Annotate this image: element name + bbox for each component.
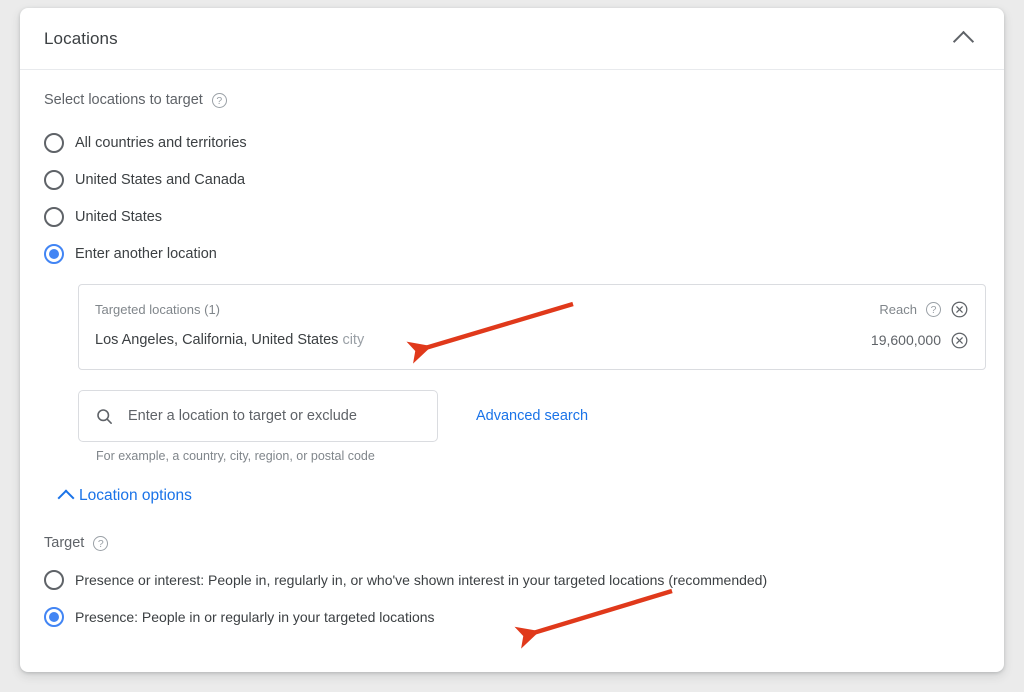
radio-label: Presence or interest: People in, regular… <box>75 572 767 588</box>
page-title: Locations <box>44 29 118 49</box>
location-search-box[interactable] <box>78 390 438 442</box>
location-options-label: Location options <box>79 487 192 505</box>
targeted-location-name: Los Angeles, California, United States c… <box>95 332 364 348</box>
radio-presence[interactable]: Presence: People in or regularly in your… <box>44 598 980 635</box>
radio-indicator-selected <box>44 607 64 627</box>
card-header: Locations <box>20 8 1004 70</box>
help-circle-icon[interactable]: ? <box>212 93 227 108</box>
target-radio-group: Presence or interest: People in, regular… <box>44 561 980 635</box>
radio-all-countries[interactable]: All countries and territories <box>44 124 980 161</box>
remove-all-locations-button[interactable] <box>950 300 969 319</box>
location-reach-value: 19,600,000 <box>871 332 941 348</box>
select-locations-label-row: Select locations to target ? <box>44 92 980 108</box>
help-circle-icon[interactable]: ? <box>93 536 108 551</box>
radio-indicator <box>44 170 64 190</box>
select-locations-label: Select locations to target <box>44 92 203 108</box>
card-body: Select locations to target ? All countri… <box>20 70 1004 635</box>
radio-united-states-and-canada[interactable]: United States and Canada <box>44 161 980 198</box>
radio-indicator <box>44 133 64 153</box>
target-label: Target <box>44 535 84 551</box>
location-search-row: Advanced search <box>78 390 980 442</box>
locations-card: Locations Select locations to target ? A… <box>20 8 1004 672</box>
radio-indicator <box>44 570 64 590</box>
table-row: Los Angeles, California, United States c… <box>95 325 969 355</box>
chevron-up-icon <box>58 490 75 507</box>
targeted-locations-header-right: Reach ? <box>879 300 969 319</box>
target-label-row: Target ? <box>44 535 980 551</box>
radio-enter-another-location[interactable]: Enter another location <box>44 235 980 272</box>
targeted-locations-header: Targeted locations (1) Reach ? <box>95 297 969 321</box>
radio-indicator-selected <box>44 244 64 264</box>
search-input[interactable] <box>128 408 421 424</box>
radio-label: All countries and territories <box>75 135 247 151</box>
chevron-up-icon <box>952 30 973 51</box>
radio-label: Enter another location <box>75 246 217 262</box>
search-hint-text: For example, a country, city, region, or… <box>96 449 980 463</box>
radio-indicator <box>44 207 64 227</box>
help-circle-icon[interactable]: ? <box>926 302 941 317</box>
radio-label: United States and Canada <box>75 172 245 188</box>
reach-column-label: Reach <box>879 302 917 317</box>
location-name-text: Los Angeles, California, United States <box>95 332 338 348</box>
radio-united-states[interactable]: United States <box>44 198 980 235</box>
targeted-locations-panel: Targeted locations (1) Reach ? Los Angel… <box>78 284 986 370</box>
targeted-location-row-right: 19,600,000 <box>871 331 969 350</box>
advanced-search-link[interactable]: Advanced search <box>476 408 588 424</box>
search-icon <box>95 407 114 426</box>
location-type-text: city <box>342 332 364 348</box>
radio-label: Presence: People in or regularly in your… <box>75 609 435 625</box>
location-options-toggle[interactable]: Location options <box>60 487 192 505</box>
remove-location-button[interactable] <box>950 331 969 350</box>
radio-label: United States <box>75 209 162 225</box>
targeted-locations-count-label: Targeted locations (1) <box>95 302 220 317</box>
radio-presence-or-interest[interactable]: Presence or interest: People in, regular… <box>44 561 980 598</box>
location-scope-radio-group: All countries and territories United Sta… <box>44 124 980 272</box>
collapse-section-button[interactable] <box>946 22 980 56</box>
